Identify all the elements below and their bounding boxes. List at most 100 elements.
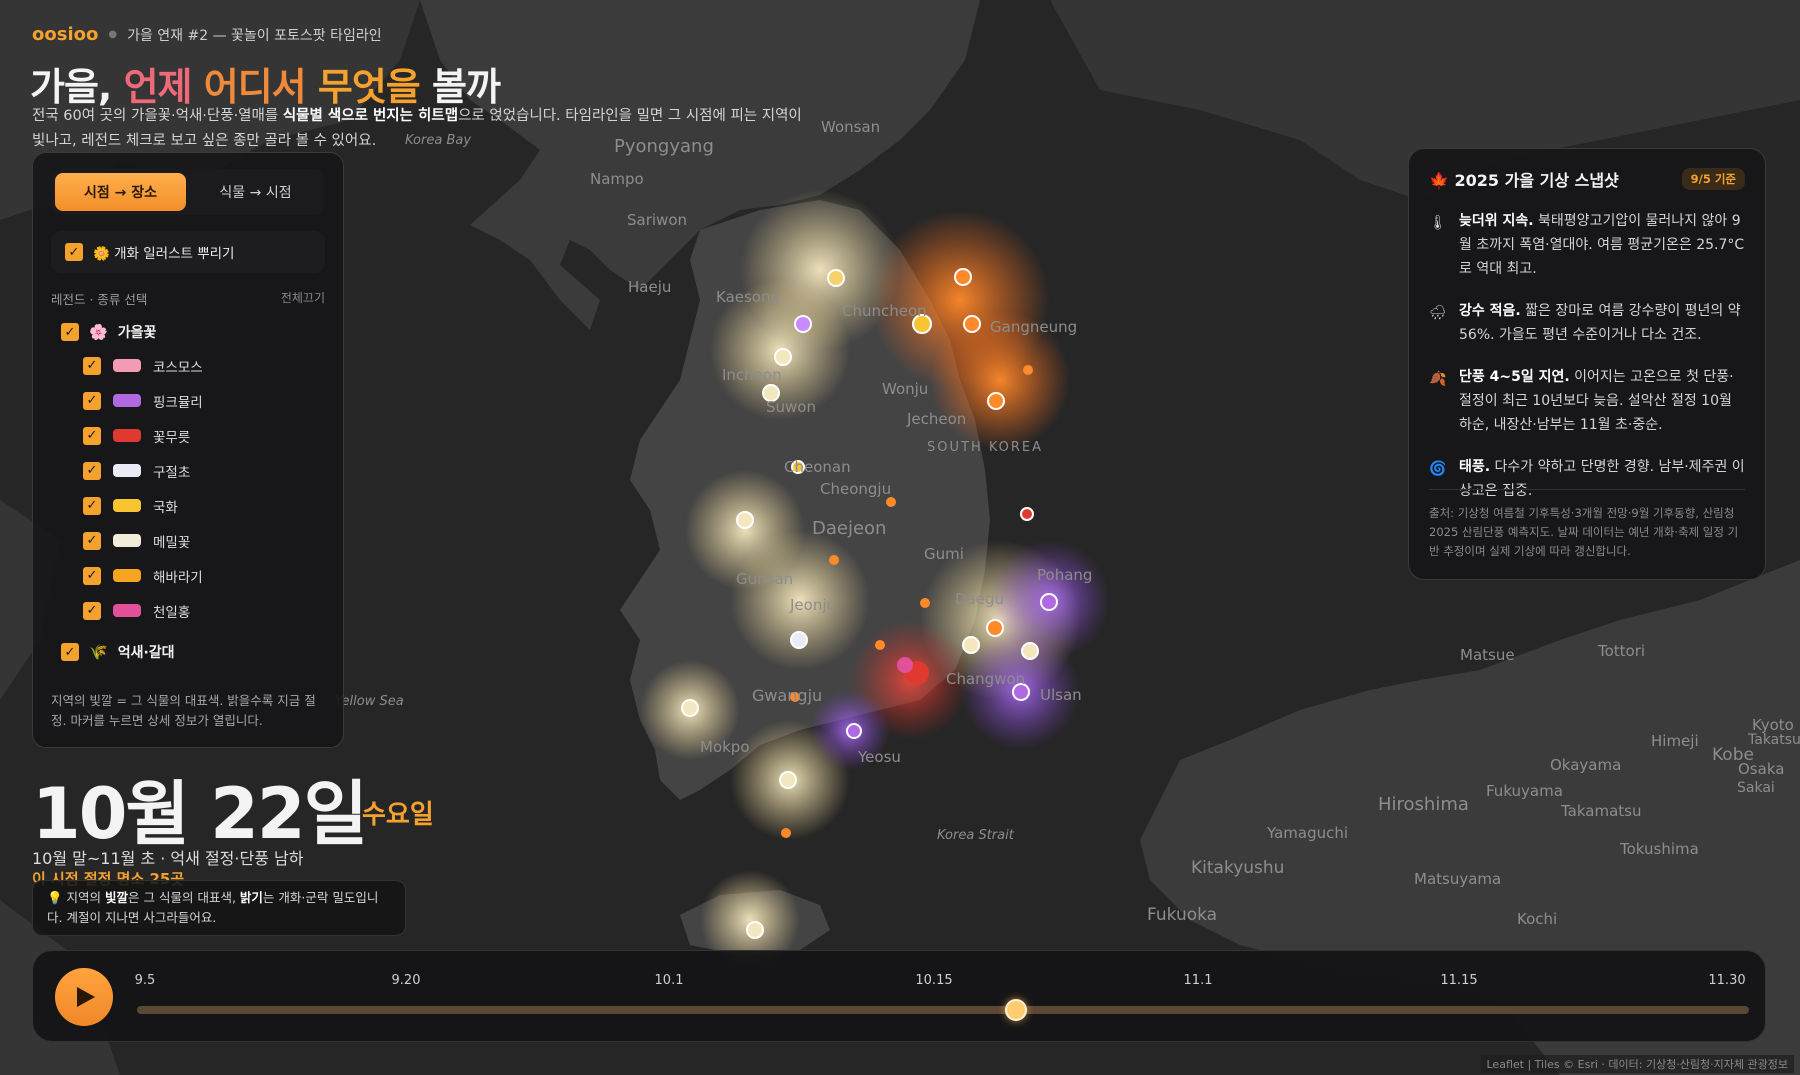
city-label: Fukuoka xyxy=(1147,905,1218,925)
city-label: Takatsuki xyxy=(1748,732,1800,748)
city-label: Gwangju xyxy=(752,686,823,705)
tab-plant-to-time[interactable]: 식물 → 시점 xyxy=(190,173,321,211)
checkbox-icon[interactable]: ✓ xyxy=(65,243,83,261)
city-label: Sariwon xyxy=(627,211,687,229)
info-item-foliage: 🍂 단풍 4~5일 지연. 이어지는 고온으로 첫 단풍·절정이 최근 10년보… xyxy=(1429,365,1745,437)
checkbox-icon[interactable]: ✓ xyxy=(83,601,101,620)
checkbox-icon[interactable]: ✓ xyxy=(83,356,101,375)
tip-bold: 빛깔 xyxy=(105,890,129,905)
checkbox-icon[interactable]: ✓ xyxy=(83,426,101,445)
color-swatch xyxy=(113,394,141,407)
city-label: Osaka xyxy=(1738,760,1785,778)
intro-text: 전국 60여 곳의 가을꽃·억새·단풍·열매를 식물별 색으로 번지는 히트맵으… xyxy=(32,104,812,154)
illustration-toggle-label: 🌼 개화 일러스트 뿌리기 xyxy=(93,246,235,262)
tip-part: 💡 지역의 xyxy=(47,890,106,905)
timeline-slider-thumb[interactable] xyxy=(1004,999,1027,1021)
city-label: Tottori xyxy=(1598,642,1646,660)
top-bar: oosioo ● 가을 연재 #2 — 꽃놀이 포토스팟 타임라인 xyxy=(32,24,382,45)
checkbox-icon[interactable]: ✓ xyxy=(61,323,79,341)
brand-logo[interactable]: oosioo xyxy=(32,24,98,45)
legend-item-sunflower[interactable]: ✓ 해바라기 xyxy=(51,558,325,593)
info-bold: 늦더위 지속. xyxy=(1459,213,1534,229)
timeline-tick: 9.20 xyxy=(391,973,421,988)
timeline-tick: 11.1 xyxy=(1183,973,1213,988)
info-item-heat: 🌡 늦더위 지속. 북태평양고기압이 물러나지 않아 9월 초까지 폭염·열대야… xyxy=(1429,209,1745,281)
legend-item-chrysanthemum[interactable]: ✓ 국화 xyxy=(51,488,325,523)
legend-group-label: 억새·갈대 xyxy=(117,645,175,661)
legend-group-autumn-flowers[interactable]: ✓ 🌸 가을꽃 xyxy=(51,322,325,342)
legend-title: 레전드 · 종류 선택 xyxy=(51,292,148,307)
legend-item-label: 꽃무릇 xyxy=(153,429,191,446)
city-label: Gangneung xyxy=(990,318,1078,336)
current-date: 10월 22일 xyxy=(32,773,368,855)
legend-item-label: 메밀꽃 xyxy=(153,534,191,551)
rain-cloud-icon: 🌧 xyxy=(1429,305,1447,321)
city-label: Suwon xyxy=(766,398,816,416)
city-label: Daejeon xyxy=(812,518,887,539)
city-label: Hiroshima xyxy=(1378,794,1469,815)
title-part: 무엇을 xyxy=(317,65,432,109)
city-label: Sakai xyxy=(1737,780,1775,796)
region-label: SOUTH KOREA xyxy=(927,440,1044,455)
city-label: Yeosu xyxy=(858,748,901,766)
checkbox-icon[interactable]: ✓ xyxy=(83,461,101,480)
city-label: Jeonju xyxy=(790,596,837,614)
legend-group-reeds[interactable]: ✓ 🌾 억새·갈대 xyxy=(51,642,325,662)
color-swatch xyxy=(113,569,141,582)
city-label: Okayama xyxy=(1550,756,1622,774)
title-part: 가을, xyxy=(30,65,124,109)
checkbox-icon[interactable]: ✓ xyxy=(61,643,79,661)
tip-box: 💡 지역의 빛깔은 그 식물의 대표색, 밝기는 개화·군락 밀도입니다. 계절… xyxy=(32,880,406,936)
page-title: 가을, 언제 어디서 무엇을 볼까 xyxy=(30,56,501,111)
tip-part: 은 그 식물의 대표색, xyxy=(128,890,240,905)
legend-item-gujeolcho[interactable]: ✓ 구절초 xyxy=(51,453,325,488)
title-part: 언제 xyxy=(123,65,204,109)
title-part: 어디서 xyxy=(203,65,318,109)
legend-item-buckwheat[interactable]: ✓ 메밀꽃 xyxy=(51,523,325,558)
city-label: Gunsan xyxy=(736,570,794,588)
city-label: Cheongju xyxy=(820,480,892,498)
sea-label: Korea Strait xyxy=(937,828,1014,843)
legend-item-label: 코스모스 xyxy=(153,359,203,376)
card-title: 🍁 2025 가을 기상 스냅샷 xyxy=(1429,171,1619,190)
legend-all-off-button[interactable]: 전체끄기 xyxy=(281,289,325,308)
info-bold: 강수 적음. xyxy=(1459,303,1521,319)
tab-time-to-place[interactable]: 시점 → 장소 xyxy=(55,173,186,211)
legend-item-globe-amaranth[interactable]: ✓ 천일홍 xyxy=(51,593,325,628)
legend-item-pink-muhly[interactable]: ✓ 핑크뮬리 xyxy=(51,383,325,418)
city-label: Haeju xyxy=(628,278,672,296)
legend-item-red-spider-lily[interactable]: ✓ 꽃무릇 xyxy=(51,418,325,453)
city-label: Chuncheon xyxy=(842,302,927,320)
city-label: Cheonan xyxy=(784,458,851,476)
city-label: Matsuyama xyxy=(1414,870,1502,888)
reed-icon: 🌾 xyxy=(89,643,108,661)
city-label: Matsue xyxy=(1460,646,1515,664)
legend-item-cosmos[interactable]: ✓ 코스모스 xyxy=(51,348,325,383)
city-label: Daegu xyxy=(955,590,1004,608)
mode-switch: 시점 → 장소 식물 → 시점 xyxy=(51,169,325,215)
timeline-bar: 9.5 9.20 10.1 10.15 11.1 11.15 11.30 xyxy=(32,950,1766,1042)
legend-group-label: 가을꽃 xyxy=(117,325,157,341)
season-summary: 10월 말~11월 초 · 억새 절정·단풍 남하 xyxy=(32,849,304,868)
leaf-icon: 🍂 xyxy=(1429,371,1447,387)
checkbox-icon[interactable]: ✓ xyxy=(83,391,101,410)
checkbox-icon[interactable]: ✓ xyxy=(83,566,101,585)
map-attribution: Leaflet | Tiles © Esri · 데이터: 기상청·산림청·지자… xyxy=(1480,1055,1794,1073)
series-kicker: 가을 연재 #2 — 꽃놀이 포토스팟 타임라인 xyxy=(127,27,382,44)
play-icon xyxy=(77,987,95,1007)
city-label: Mokpo xyxy=(700,738,750,756)
color-swatch xyxy=(113,464,141,477)
timeline-slider[interactable] xyxy=(137,999,1749,1021)
legend-items: ✓ 코스모스 ✓ 핑크뮬리 ✓ 꽃무릇 ✓ 구절초 ✓ 국화 ✓ 메밀꽃 ✓ 해… xyxy=(51,348,325,628)
control-panel: 시점 → 장소 식물 → 시점 ✓ 🌼 개화 일러스트 뿌리기 레전드 · 종류… xyxy=(32,152,344,748)
legend-item-label: 구절초 xyxy=(153,464,191,481)
checkbox-icon[interactable]: ✓ xyxy=(83,496,101,515)
sea-label: Yellow Sea xyxy=(335,694,404,709)
checkbox-icon[interactable]: ✓ xyxy=(83,531,101,550)
city-label: Tokushima xyxy=(1620,840,1699,858)
play-button[interactable] xyxy=(55,968,113,1026)
weather-snapshot-card: 🍁 2025 가을 기상 스냅샷 9/5 기준 🌡 늦더위 지속. 북태평양고기… xyxy=(1408,148,1766,580)
city-label: Kaesong xyxy=(716,288,781,306)
illustration-toggle[interactable]: ✓ 🌼 개화 일러스트 뿌리기 xyxy=(51,231,325,273)
legend-header: 레전드 · 종류 선택 전체끄기 xyxy=(51,289,325,308)
